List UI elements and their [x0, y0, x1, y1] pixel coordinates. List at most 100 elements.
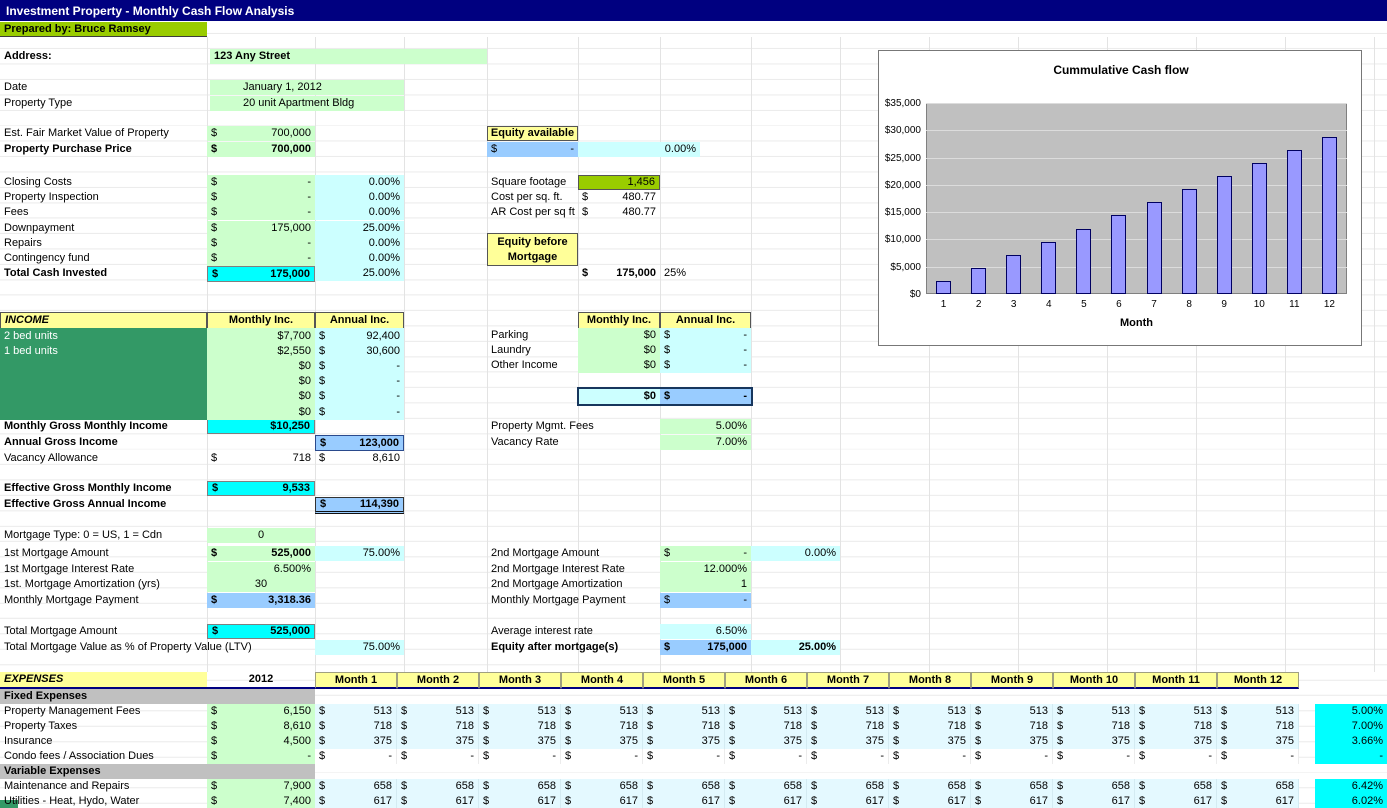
chart-title: Cummulative Cash flow [879, 63, 1363, 77]
currency-symbol: $ [647, 736, 653, 747]
vacancy-rate-value[interactable]: 7.00% [660, 435, 751, 450]
expense-month-value: $- [561, 749, 643, 764]
y-axis-label: $20,000 [879, 180, 921, 191]
currency-symbol: $ [211, 253, 217, 264]
purchase-price-value[interactable]: $700,000 [207, 142, 315, 157]
amount: - [1126, 751, 1130, 762]
chart-gridline [926, 130, 1347, 131]
currency-symbol: $ [565, 721, 571, 732]
amount: - [1290, 751, 1294, 762]
income-unit-monthly[interactable]: $0 [207, 374, 315, 390]
currency-symbol: $ [893, 706, 899, 717]
currency-symbol: $ [582, 207, 588, 218]
expense-annual[interactable]: $7,900 [207, 779, 315, 794]
mortgage1-amount-label: 1st Mortgage Amount [0, 546, 207, 561]
currency-symbol: $ [401, 736, 407, 747]
other-income-monthly[interactable]: $0 [578, 358, 660, 373]
expenses-header: EXPENSES [0, 672, 207, 689]
income-unit-name[interactable] [0, 404, 207, 420]
cost-value[interactable]: $- [207, 205, 315, 220]
amount: 375 [702, 736, 720, 747]
bar-month-1 [936, 281, 951, 294]
amount: 658 [866, 781, 884, 792]
income-unit-annual: $- [315, 374, 404, 390]
expense-annual[interactable]: $8,610 [207, 719, 315, 734]
income-unit-name[interactable] [0, 358, 207, 374]
other-income-total-annual: $- [660, 388, 751, 405]
other-income-monthly[interactable]: $0 [578, 328, 660, 343]
expense-month-value: $375 [1135, 734, 1217, 749]
fmv-value[interactable]: $700,000 [207, 126, 315, 141]
expense-annual[interactable]: $7,400 [207, 794, 315, 808]
address-value[interactable]: 123 Any Street [210, 49, 487, 64]
mortgage2-amort-value[interactable]: 1 [660, 577, 751, 592]
x-axis-label: 3 [996, 299, 1031, 310]
expense-month-value: $658 [1217, 779, 1299, 794]
cost-value[interactable]: $- [207, 175, 315, 190]
amount: 513 [538, 706, 556, 717]
spreadsheet: Investment Property - Monthly Cash Flow … [0, 0, 1387, 808]
amount: 617 [374, 796, 392, 807]
income-unit-annual: $30,600 [315, 343, 404, 359]
other-income-monthly-header: Monthly Inc. [578, 312, 660, 329]
currency-symbol: $ [401, 751, 407, 762]
expense-month-value: $- [315, 749, 397, 764]
amount: 617 [620, 796, 638, 807]
expense-label: Condo fees / Association Dues [0, 749, 207, 764]
income-unit-name[interactable] [0, 389, 207, 405]
currency-symbol: $ [664, 642, 670, 653]
cost-value[interactable]: $- [207, 236, 315, 251]
income-unit-name[interactable] [0, 374, 207, 390]
currency-symbol: $ [975, 796, 981, 807]
mgmt-fees-value[interactable]: 5.00% [660, 419, 751, 434]
currency-symbol: $ [211, 796, 217, 807]
expense-month-value: $718 [1217, 719, 1299, 734]
mortgage1-rate-value[interactable]: 6.500% [207, 562, 315, 577]
expense-pct: 5.00% [1315, 704, 1387, 719]
currency-symbol: $ [320, 438, 326, 449]
cost-value[interactable]: $- [207, 251, 315, 266]
amount: 718 [293, 453, 311, 464]
income-unit-monthly[interactable]: $0 [207, 358, 315, 374]
income-unit-monthly[interactable]: $0 [207, 404, 315, 420]
income-unit-monthly[interactable]: $7,700 [207, 328, 315, 344]
income-unit-name[interactable]: 2 bed units [0, 328, 207, 344]
expense-annual[interactable]: $- [207, 749, 315, 764]
expense-pct: 3.66% [1315, 734, 1387, 749]
expense-annual[interactable]: $6,150 [207, 704, 315, 719]
other-income-monthly[interactable]: $0 [578, 343, 660, 358]
income-unit-name[interactable]: 1 bed units [0, 343, 207, 359]
mortgage2-amount-value[interactable]: $- [660, 546, 751, 561]
cumulative-cash-flow-chart[interactable]: Cummulative Cash flow Month $0$5,000$10,… [878, 50, 1362, 346]
mortgage-type-value[interactable]: 0 [207, 528, 315, 543]
mortgage-type-label: Mortgage Type: 0 = US, 1 = Cdn [0, 528, 207, 543]
cost-pct: 0.00% [315, 251, 404, 266]
amount: - [307, 751, 311, 762]
cost-value[interactable]: $175,000 [207, 221, 315, 236]
amount: 375 [866, 736, 884, 747]
sqft-value[interactable]: 1,456 [578, 175, 660, 190]
income-unit-monthly[interactable]: $2,550 [207, 343, 315, 359]
month-header: Month 10 [1053, 672, 1135, 689]
expense-annual[interactable]: $4,500 [207, 734, 315, 749]
mortgage2-rate-value[interactable]: 12.000% [660, 562, 751, 577]
property-type-value[interactable]: 20 unit Apartment Bldg [210, 96, 404, 111]
expense-pct: 7.00% [1315, 719, 1387, 734]
currency-symbol: $ [811, 736, 817, 747]
currency-symbol: $ [647, 796, 653, 807]
amount: - [962, 751, 966, 762]
equity-available-value: $- [487, 142, 578, 157]
expense-month-value: $- [479, 749, 561, 764]
date-value[interactable]: January 1, 2012 [210, 80, 404, 95]
income-unit-monthly[interactable]: $0 [207, 389, 315, 405]
cost-value[interactable]: $- [207, 190, 315, 205]
mortgage1-amort-value[interactable]: 30 [207, 577, 315, 592]
expense-label: Maintenance and Repairs [0, 779, 207, 794]
expense-label: Insurance [0, 734, 207, 749]
other-income-annual: $- [660, 343, 751, 358]
expense-month-value: $617 [397, 794, 479, 808]
amount: - [634, 751, 638, 762]
mgmt-fees-label: Property Mgmt. Fees [487, 419, 657, 434]
mortgage1-amount-value[interactable]: $525,000 [207, 546, 315, 561]
bar-month-8 [1182, 189, 1197, 294]
